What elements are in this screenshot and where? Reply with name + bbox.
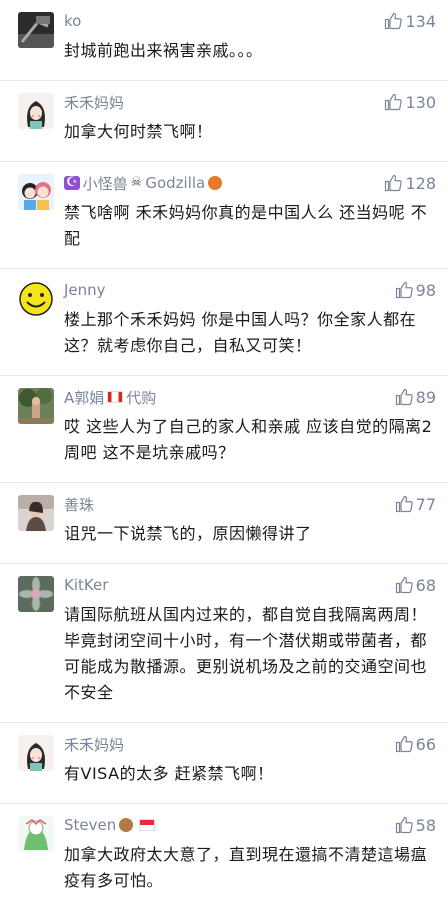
- like-button[interactable]: 66: [395, 735, 436, 754]
- comment-feed: ko 134 封城前跑出来祸害亲戚。。。 禾禾妈妈 130 加拿大何时禁飞啊！ …: [0, 0, 448, 910]
- comment-text: 诅咒一下说禁飞的，原因懒得讲了: [64, 524, 312, 543]
- avatar[interactable]: [18, 576, 54, 612]
- username[interactable]: 善珠: [64, 494, 94, 515]
- username[interactable]: KitKer: [64, 576, 108, 594]
- like-button[interactable]: 77: [395, 495, 436, 514]
- comment-item: Jenny 98 楼上那个禾禾妈妈 你是中国人吗？你全家人都在这？就考虑你自己，…: [0, 269, 448, 376]
- username[interactable]: Steven: [64, 816, 158, 834]
- thumbs-up-icon: [385, 174, 403, 192]
- thumbs-up-icon: [395, 816, 413, 834]
- canada-flag-icon: [107, 391, 124, 403]
- singapore-flag-icon: [139, 819, 156, 831]
- thumbs-up-icon: [395, 388, 413, 406]
- comment-item: ko 134 封城前跑出来祸害亲戚。。。: [0, 0, 448, 81]
- thumbs-up-icon: [385, 12, 403, 30]
- comment-text: 加拿大何时禁飞啊！: [64, 122, 213, 141]
- avatar[interactable]: [18, 281, 54, 317]
- avatar[interactable]: [18, 174, 54, 210]
- basketball-icon: [208, 176, 223, 190]
- like-count: 68: [415, 575, 436, 595]
- like-button[interactable]: 128: [384, 174, 436, 193]
- like-button[interactable]: 134: [384, 12, 436, 31]
- moon-badge-icon: ☪: [64, 175, 80, 190]
- thumbs-up-icon: [395, 281, 413, 299]
- like-count: 130: [405, 92, 436, 112]
- comment-text: 加拿大政府太大意了，直到現在還搞不清楚這場瘟疫有多可怕。: [64, 845, 428, 890]
- like-button[interactable]: 89: [395, 388, 436, 407]
- comment-item: ☪ 小怪兽 ☠ Godzilla 128 禁飞啥啊 禾禾妈妈你真的是中国人么 还…: [0, 162, 448, 269]
- like-count: 77: [415, 494, 436, 514]
- comment-item: A郭娟 代购 89 哎 这些人为了自己的家人和亲戚 应该自觉的隔离2周吧 这不是…: [0, 376, 448, 483]
- thumbs-up-icon: [385, 93, 403, 111]
- comment-text: 有VISA的太多 赶紧禁飞啊！: [64, 764, 274, 783]
- like-button[interactable]: 68: [395, 576, 436, 595]
- like-button[interactable]: 130: [384, 93, 436, 112]
- username[interactable]: ko: [64, 12, 81, 30]
- comment-item: 善珠 77 诅咒一下说禁飞的，原因懒得讲了: [0, 483, 448, 564]
- thumbs-up-icon: [395, 576, 413, 594]
- thumbs-up-icon: [395, 495, 413, 513]
- avatar[interactable]: [18, 495, 54, 531]
- skull-badge-icon: ☠: [130, 175, 143, 190]
- like-button[interactable]: 58: [395, 816, 436, 835]
- comment-item: KitKer 68 请国际航班从国内过来的，都自觉自我隔离两周！毕竟封闭空间十小…: [0, 564, 448, 723]
- bear-icon: [119, 818, 134, 832]
- comment-text: 封城前跑出来祸害亲戚。。。: [64, 41, 263, 60]
- like-count: 89: [415, 387, 436, 407]
- like-count: 58: [415, 815, 436, 835]
- comment-item: 禾禾妈妈 66 有VISA的太多 赶紧禁飞啊！: [0, 723, 448, 804]
- comment-item: Steven 58 加拿大政府太大意了，直到現在還搞不清楚這場瘟疫有多可怕。: [0, 804, 448, 910]
- comment-item: 禾禾妈妈 130 加拿大何时禁飞啊！: [0, 81, 448, 162]
- like-count: 128: [405, 173, 436, 193]
- avatar[interactable]: [18, 735, 54, 771]
- avatar[interactable]: [18, 816, 54, 852]
- comment-text: 楼上那个禾禾妈妈 你是中国人吗？你全家人都在这？就考虑你自己，自私又可笑！: [64, 310, 417, 355]
- comment-text: 请国际航班从国内过来的，都自觉自我隔离两周！毕竟封闭空间十小时，有一个潜伏期或带…: [64, 605, 428, 702]
- username[interactable]: 禾禾妈妈: [64, 92, 124, 113]
- like-button[interactable]: 98: [395, 281, 436, 300]
- thumbs-up-icon: [395, 735, 413, 753]
- username[interactable]: Jenny: [64, 281, 106, 299]
- avatar[interactable]: [18, 388, 54, 424]
- username[interactable]: 禾禾妈妈: [64, 734, 124, 755]
- username[interactable]: ☪ 小怪兽 ☠ Godzilla: [64, 173, 225, 194]
- comment-text: 禁飞啥啊 禾禾妈妈你真的是中国人么 还当妈呢 不配: [64, 203, 428, 248]
- username[interactable]: A郭娟 代购: [64, 387, 156, 408]
- like-count: 66: [415, 734, 436, 754]
- comment-text: 哎 这些人为了自己的家人和亲戚 应该自觉的隔离2周吧 这不是坑亲戚吗？: [64, 417, 433, 462]
- avatar[interactable]: [18, 12, 54, 48]
- avatar[interactable]: [18, 93, 54, 129]
- like-count: 134: [405, 11, 436, 31]
- like-count: 98: [415, 280, 436, 300]
